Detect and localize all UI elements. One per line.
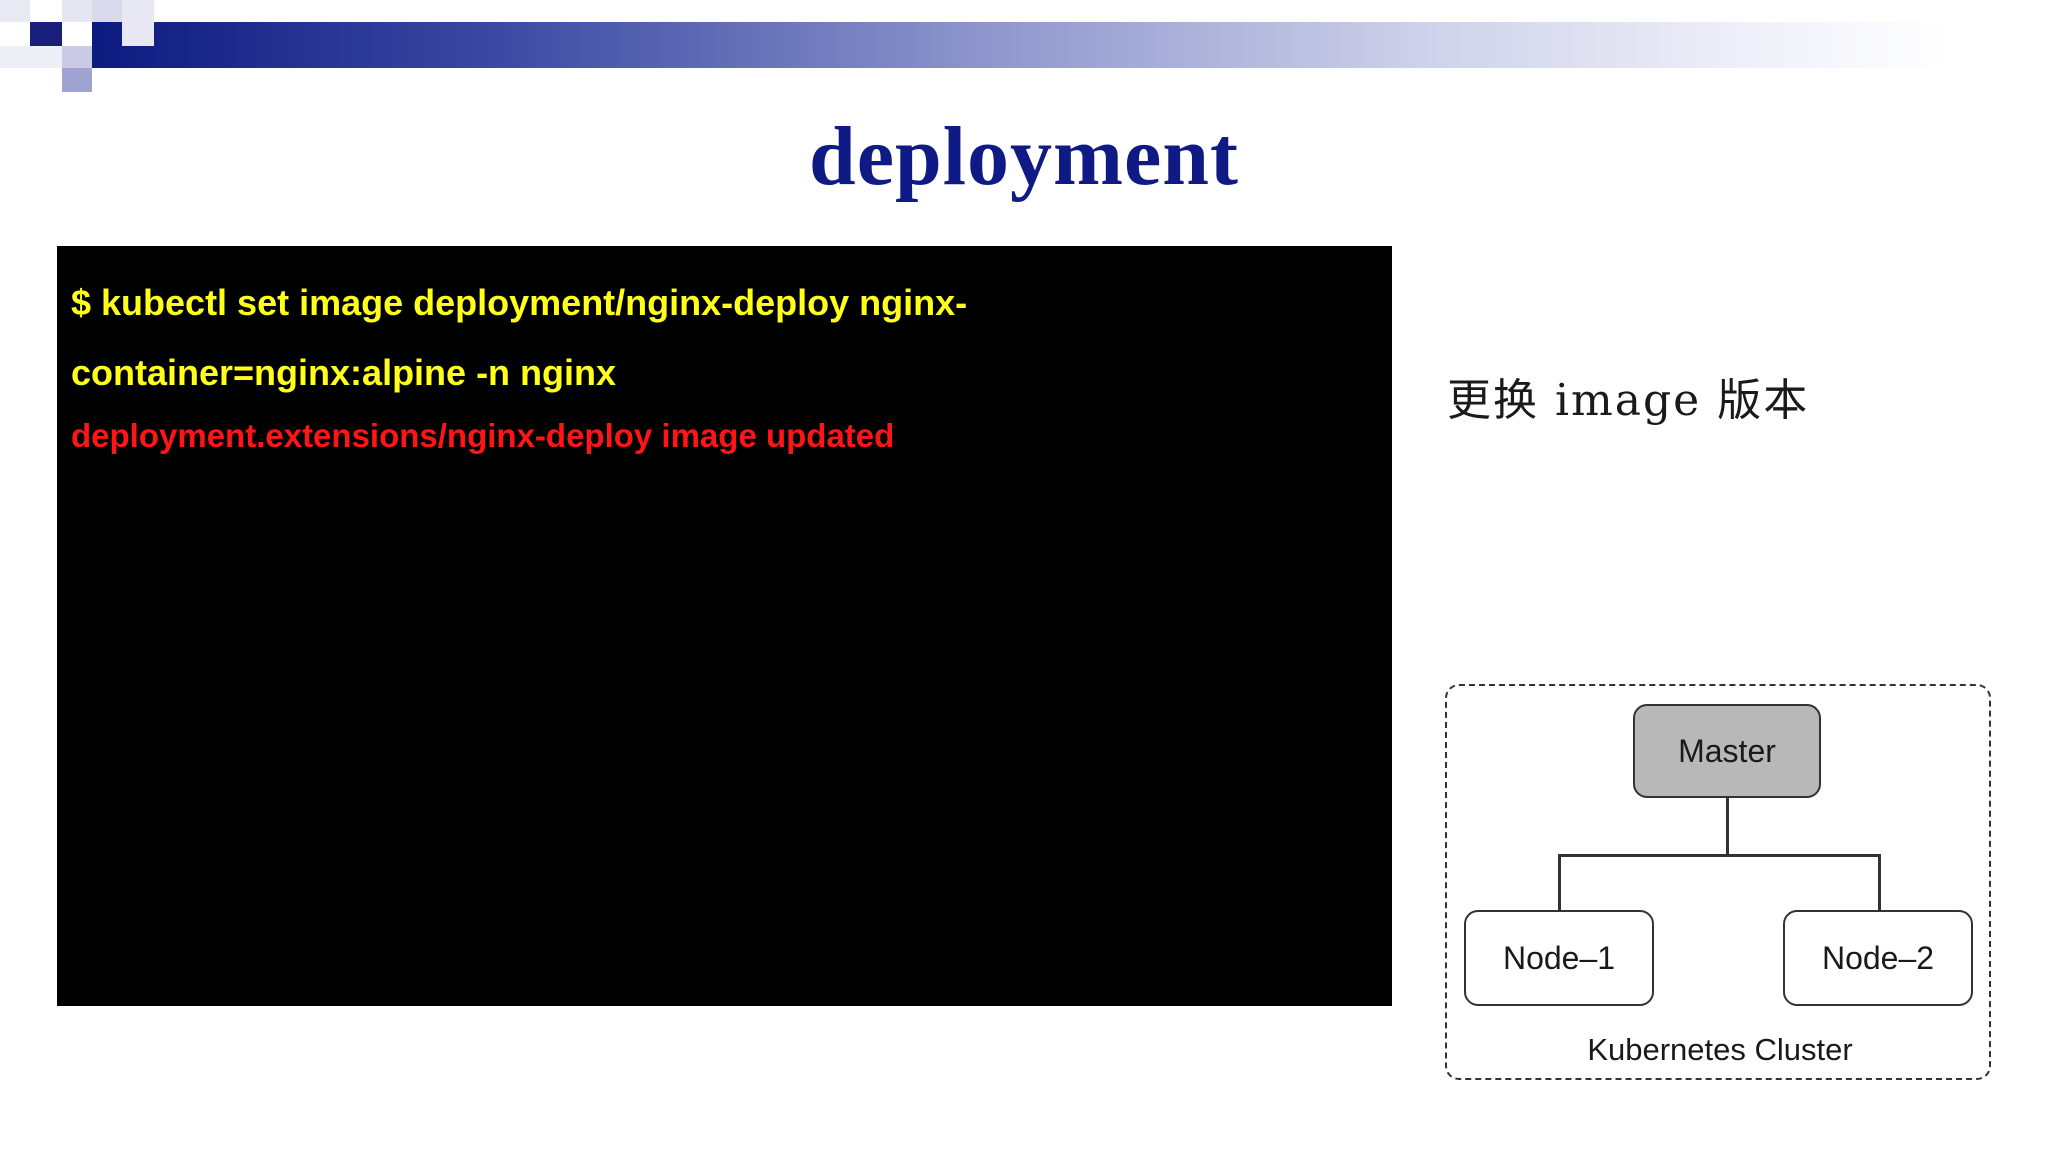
connector-line (1878, 854, 1881, 910)
node-2-box: Node–2 (1783, 910, 1973, 1006)
master-node-box: Master (1633, 704, 1821, 798)
connector-line (1726, 798, 1729, 855)
cluster-label: Kubernetes Cluster (1587, 1032, 1853, 1067)
slide: deployment $ kubectl set image deploymen… (0, 0, 2048, 1152)
slide-title: deployment (809, 110, 1239, 203)
connector-line (1558, 854, 1880, 857)
header-gradient-band (92, 22, 1952, 68)
decoration-square (62, 0, 92, 22)
terminal-command-line-1: $ kubectl set image deployment/nginx-dep… (71, 282, 968, 323)
decoration-square (0, 0, 30, 22)
node-1-box: Node–1 (1464, 910, 1654, 1006)
decoration-square (62, 46, 92, 68)
decoration-square (62, 68, 92, 92)
master-node-label: Master (1678, 732, 1776, 769)
decoration-square (30, 22, 62, 46)
terminal-command-line-2: container=nginx:alpine -n nginx (71, 352, 617, 393)
node-2-label: Node–2 (1821, 939, 1935, 976)
header-decoration (0, 0, 160, 92)
decoration-square (122, 0, 154, 46)
terminal-output-line: deployment.extensions/nginx-deploy image… (71, 417, 895, 454)
node-1-label: Node–1 (1502, 939, 1616, 976)
side-note: 更换 image 版本 (1447, 375, 1810, 426)
decoration-square (0, 46, 62, 68)
kubernetes-cluster-diagram: Master Node–1 Node–2 Kubernetes Cluster (1445, 684, 1991, 1080)
terminal-window: $ kubectl set image deployment/nginx-dep… (57, 246, 1392, 1006)
connector-line (1558, 854, 1561, 910)
